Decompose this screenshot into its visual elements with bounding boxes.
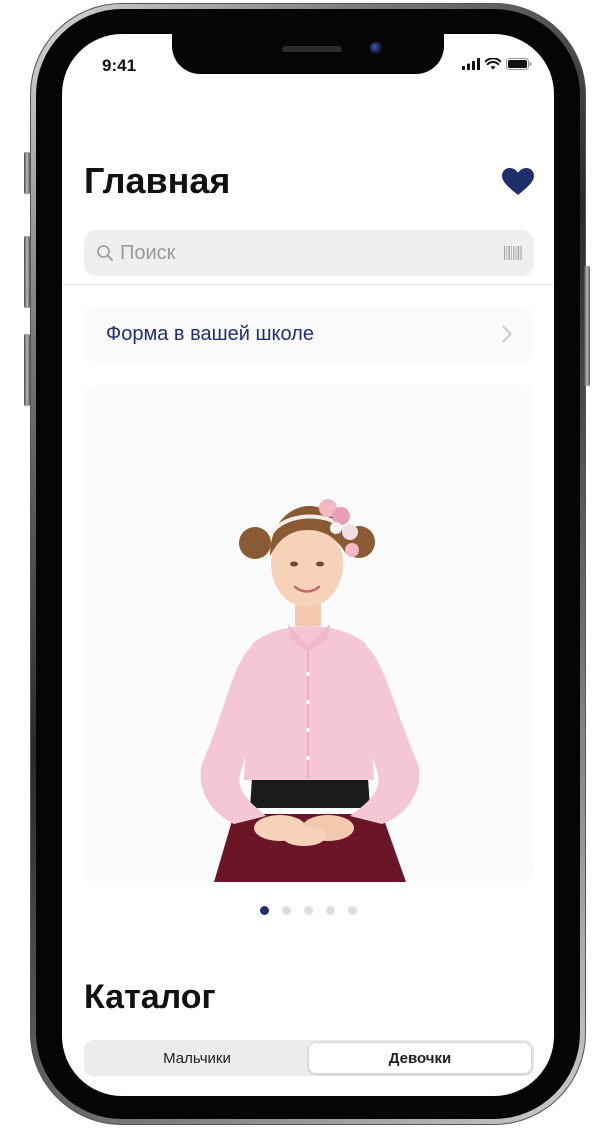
status-icons <box>462 58 532 70</box>
header-divider <box>62 284 554 285</box>
search-icon <box>97 245 113 261</box>
wifi-icon <box>485 58 501 70</box>
volume-down-button <box>24 334 30 406</box>
status-time: 9:41 <box>102 56 137 75</box>
catalog-segmented-control[interactable]: Мальчики Девочки <box>84 1040 534 1076</box>
notch <box>172 34 444 74</box>
front-camera <box>370 42 382 54</box>
search-input[interactable]: Поиск <box>120 242 504 265</box>
school-uniform-link[interactable]: Форма в вашей школе <box>84 306 534 362</box>
battery-icon <box>506 58 532 70</box>
pagination-dot[interactable] <box>303 906 313 915</box>
pagination-dot[interactable] <box>259 906 269 915</box>
banner-pagination[interactable] <box>62 906 554 915</box>
barcode-icon[interactable] <box>504 246 522 260</box>
pagination-dot[interactable] <box>325 906 335 915</box>
chevron-right-icon <box>502 325 512 343</box>
volume-up-button <box>24 236 30 308</box>
banner-image-girl-in-uniform <box>200 499 420 882</box>
heart-icon <box>502 168 534 195</box>
school-uniform-label: Форма в вашей школе <box>106 322 314 345</box>
segment-boys[interactable]: Мальчики <box>86 1042 308 1074</box>
phone-screen: 9:41 Главная Поиск Форма в вашей школе К… <box>62 34 554 1096</box>
segment-girls[interactable]: Девочки <box>308 1042 532 1074</box>
promo-banner[interactable] <box>84 384 534 882</box>
cellular-signal-icon <box>462 58 480 70</box>
power-button <box>584 266 590 386</box>
pagination-dot[interactable] <box>347 906 357 915</box>
pagination-dot[interactable] <box>281 906 291 915</box>
catalog-title: Каталог <box>84 978 216 1016</box>
mute-switch <box>24 152 30 194</box>
favorites-button[interactable] <box>500 164 536 200</box>
search-bar[interactable]: Поиск <box>84 230 534 276</box>
page-title: Главная <box>84 160 231 201</box>
speaker-grille <box>282 46 342 52</box>
